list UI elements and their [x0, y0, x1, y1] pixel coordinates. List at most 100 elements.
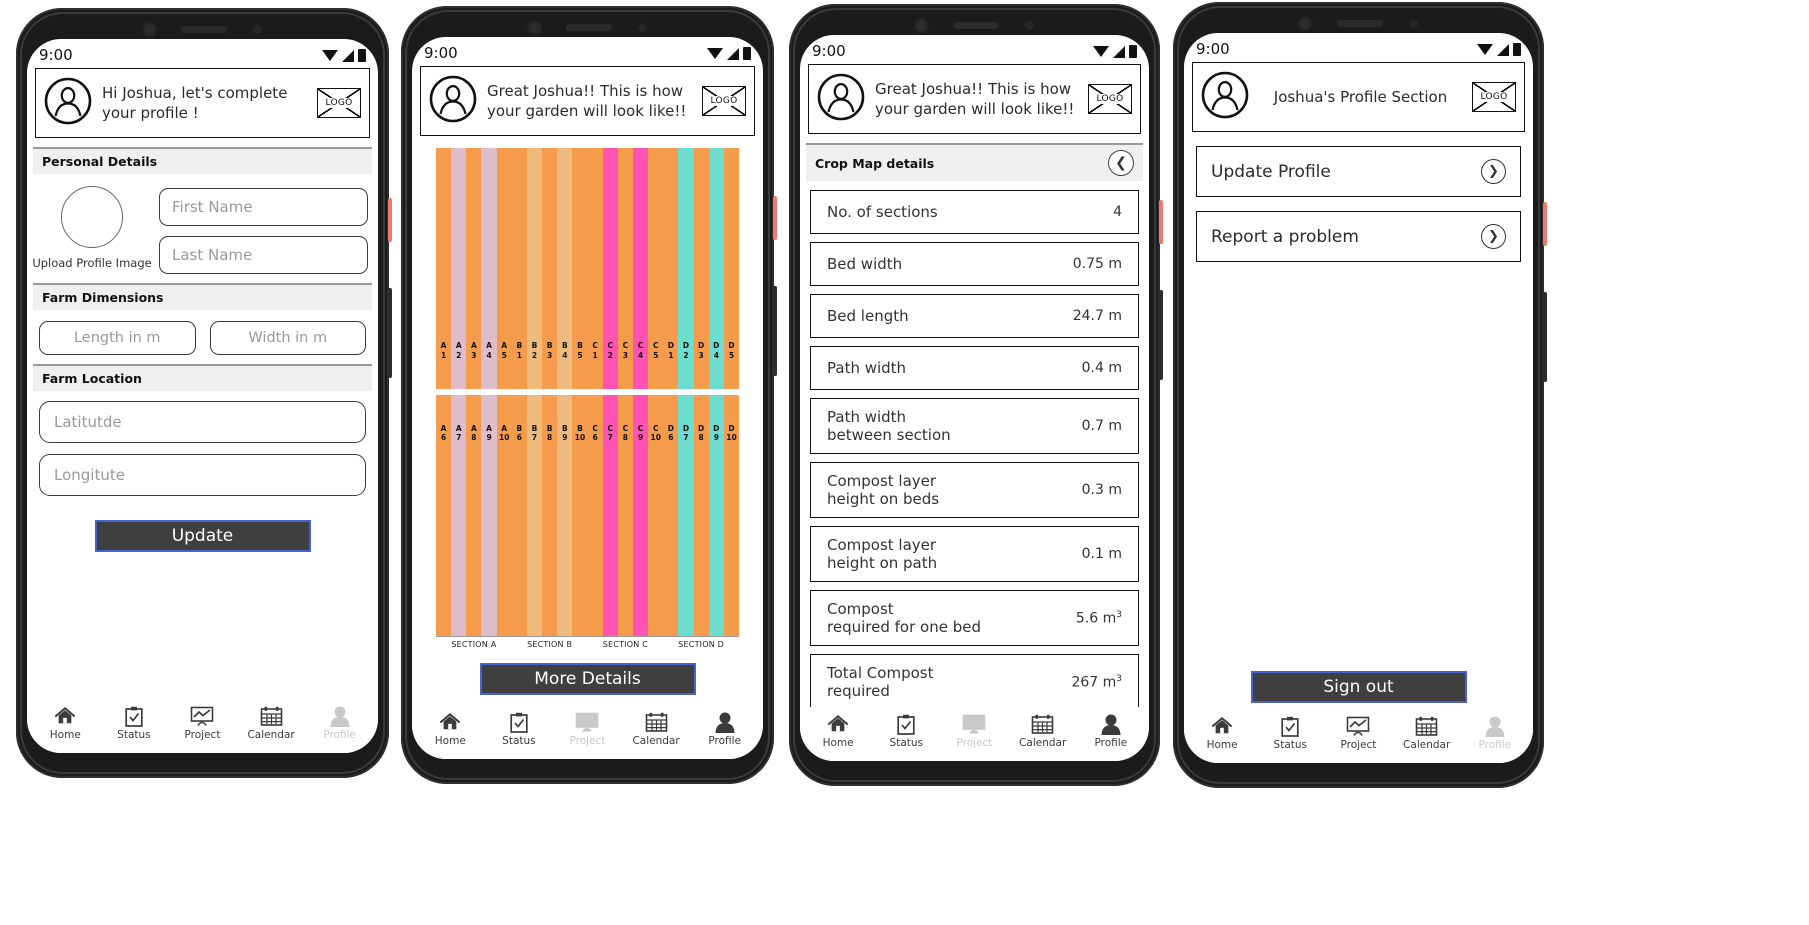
nav-item-project[interactable]: Project [945, 713, 1003, 749]
phone1-greeting-card: Hi Joshua, let's complete your profile !… [35, 68, 370, 138]
profile-menu-item[interactable]: Report a problem ❯ [1196, 211, 1521, 262]
section-header-farm-dimensions: Farm Dimensions [33, 283, 372, 310]
wifi-icon [1093, 45, 1109, 57]
nav-item-calendar[interactable]: Calendar [1398, 715, 1456, 751]
garden-bed [511, 148, 527, 389]
sign-out-container: Sign out [1184, 671, 1533, 709]
section-row-top: D1D2D3D4D5 [663, 148, 740, 389]
nav-item-profile[interactable]: Profile [311, 705, 369, 741]
earpiece-speaker [180, 26, 227, 33]
nav-item-status[interactable]: Status [877, 713, 935, 749]
sensor-icon [637, 23, 647, 32]
nav-item-status[interactable]: Status [105, 705, 163, 741]
garden-bed [481, 148, 497, 389]
nav-label: Calendar [1019, 737, 1067, 749]
garden-bed [648, 395, 664, 636]
screenshot-stage: 9:00 Hi Joshua, let's complete your prof… [0, 0, 1809, 925]
phone4-content: Update Profile ❯ Report a problem ❯ Sign ou… [1184, 132, 1533, 709]
phone4-greeting-card: Joshua's Profile Section LOGO [1192, 62, 1525, 132]
chart-section-d: D 1 D 2 D 3 D 4 D 5 D 6 D 7 D 8 D 9 D 10 [663, 148, 740, 636]
clipboard-check-icon [125, 705, 143, 727]
phone1-side-button-red[interactable] [388, 198, 392, 242]
nav-item-profile[interactable]: Profile [696, 711, 754, 747]
first-name-input[interactable]: First Name [159, 188, 368, 226]
chevron-left-icon[interactable]: ❮ [1108, 150, 1134, 176]
nav-item-home[interactable]: Home [36, 705, 94, 741]
nav-item-project[interactable]: Project [1329, 715, 1387, 751]
phone2-status-bar: 9:00 [412, 37, 763, 64]
section-axis-label: SECTION D [678, 640, 724, 649]
nav-item-profile[interactable]: Profile [1082, 713, 1140, 749]
farm-length-input[interactable]: Length in m [39, 321, 196, 355]
status-system-icons [1093, 44, 1137, 58]
garden-bed [587, 148, 603, 389]
profile-image-placeholder[interactable] [61, 186, 123, 248]
nav-label: Calendar [632, 735, 680, 747]
upload-profile-image-control[interactable]: Upload Profile Image [32, 186, 152, 270]
farm-location-fields: Latitutde Longitute [27, 391, 378, 496]
battery-icon [1129, 44, 1137, 58]
garden-bed [526, 148, 543, 389]
chevron-right-icon[interactable]: ❯ [1481, 159, 1506, 184]
section-row-top: B1B2B3B4B5 [511, 148, 588, 389]
garden-bed [617, 395, 633, 636]
nav-item-profile[interactable]: Profile [1466, 715, 1524, 751]
nav-label: Calendar [247, 729, 295, 741]
nav-item-project[interactable]: Project [173, 705, 231, 741]
detail-row: Bed length 24.7 m [810, 294, 1139, 338]
garden-bed [723, 148, 740, 389]
garden-bed [557, 395, 573, 636]
nav-item-project[interactable]: Project [558, 711, 616, 747]
phone4-side-button-power[interactable] [1543, 292, 1547, 382]
phone4-side-button-red[interactable] [1543, 202, 1547, 246]
nav-item-status[interactable]: Status [490, 711, 548, 747]
garden-bed [481, 395, 497, 636]
more-details-button[interactable]: More Details [479, 663, 696, 695]
detail-row: Compost layer height on beds 0.3 m [810, 462, 1139, 518]
nav-label: Status [889, 737, 924, 749]
nav-item-calendar[interactable]: Calendar [242, 705, 300, 741]
detail-value: 0.1 m [1081, 546, 1122, 562]
detail-row: Compost required for one bed 5.6 m3 [810, 590, 1139, 646]
chart-board-icon [962, 713, 986, 735]
phone2-side-button-power[interactable] [773, 286, 777, 376]
nav-item-home[interactable]: Home [1193, 715, 1251, 751]
section-header-farm-location: Farm Location [33, 364, 372, 391]
profile-menu-item[interactable]: Update Profile ❯ [1196, 146, 1521, 197]
battery-icon [358, 48, 366, 62]
latitude-input[interactable]: Latitutde [39, 401, 366, 443]
section-row-top: A1A2A3A4A5 [436, 148, 512, 389]
nav-label: Home [1206, 739, 1238, 751]
detail-value: 0.4 m [1081, 360, 1122, 376]
phone3-side-button-power[interactable] [1159, 290, 1163, 380]
crop-map-details-header: Crop Map details ❮ [806, 143, 1143, 181]
farm-width-input[interactable]: Width in m [209, 321, 366, 355]
phone3-side-button-red[interactable] [1159, 200, 1163, 244]
nav-item-status[interactable]: Status [1261, 715, 1319, 751]
phone4-status-bar: 9:00 [1184, 33, 1533, 60]
nav-item-calendar[interactable]: Calendar [627, 711, 685, 747]
phone3-bezel-sensors [915, 20, 1034, 31]
person-icon [1485, 715, 1505, 737]
detail-value: 0.3 m [1081, 482, 1122, 498]
phone1-bottom-nav: Home Status Project Calendar Profile [27, 699, 378, 753]
update-button[interactable]: Update [94, 520, 311, 552]
signal-icon [727, 47, 739, 60]
garden-bed [632, 395, 649, 636]
nav-item-home[interactable]: Home [421, 711, 479, 747]
longitude-input[interactable]: Longitute [39, 454, 366, 496]
phone2-side-button-red[interactable] [773, 196, 777, 240]
garden-bed [496, 395, 512, 636]
camera-icon [143, 24, 155, 35]
user-avatar-icon [1201, 71, 1249, 123]
greeting-text: Great Joshua!! This is how your garden w… [875, 79, 1075, 118]
last-name-input[interactable]: Last Name [159, 236, 368, 274]
sign-out-button[interactable]: Sign out [1250, 671, 1467, 703]
chevron-right-icon[interactable]: ❯ [1481, 224, 1506, 249]
status-clock: 9:00 [1196, 40, 1230, 58]
nav-item-calendar[interactable]: Calendar [1014, 713, 1072, 749]
nav-item-home[interactable]: Home [809, 713, 867, 749]
phone1-side-button-power[interactable] [388, 288, 392, 378]
garden-bed [496, 148, 512, 389]
chart-board-icon [190, 705, 214, 727]
